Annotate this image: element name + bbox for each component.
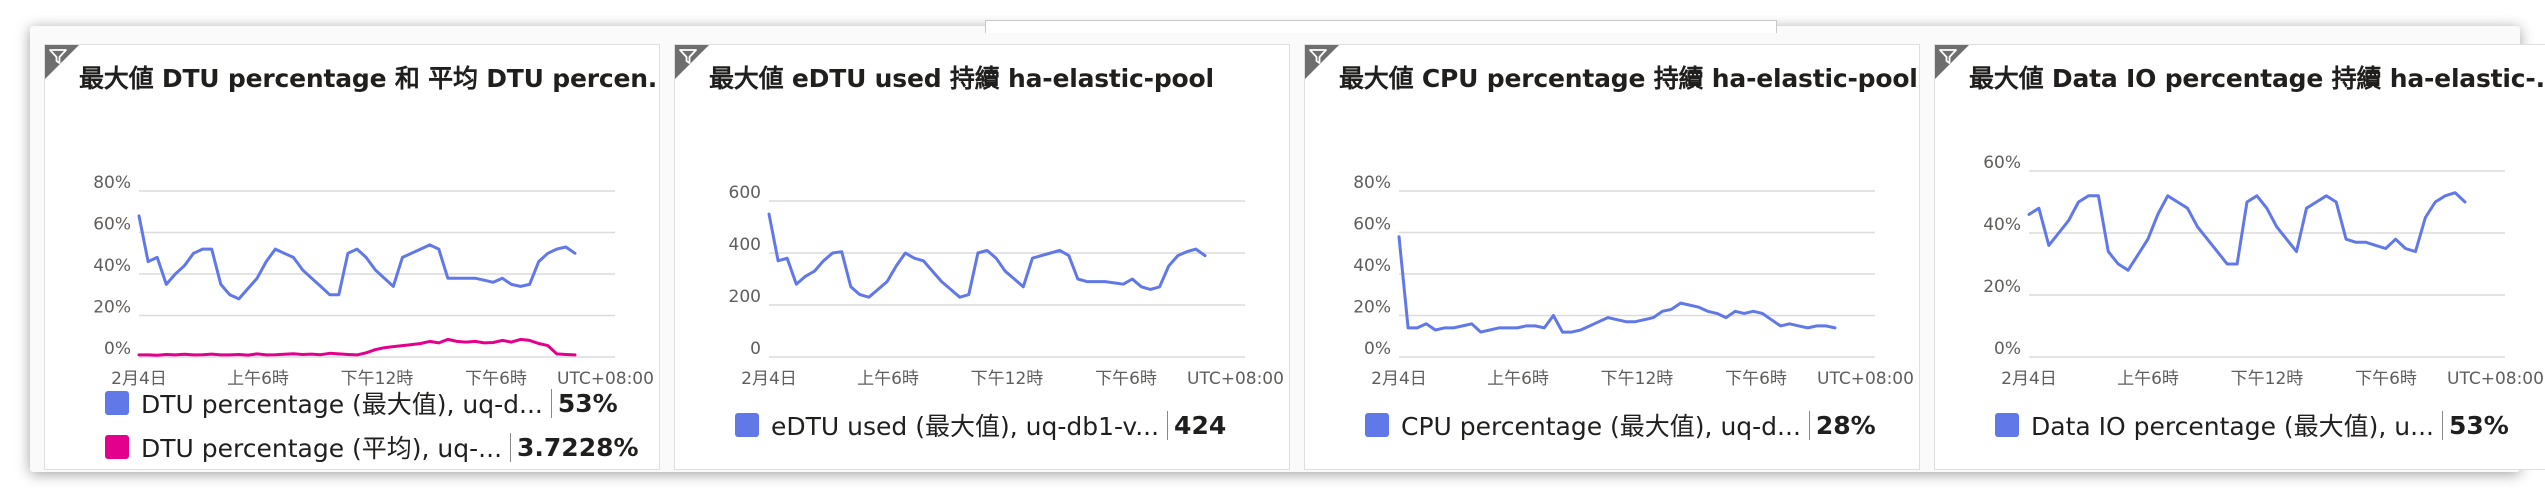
chart-tile-cpu[interactable]: 最大値 CPU percentage 持續 ha-elastic-pool 0%… (1304, 44, 1920, 470)
series-line (2027, 191, 2467, 272)
chart-tile-dtu[interactable]: 最大値 DTU percentage 和 平均 DTU percen... 0%… (44, 44, 660, 470)
y-tick-label: 60% (1353, 215, 1391, 235)
x-tick-label: 下午6時 (1725, 369, 1787, 389)
y-tick-label: 40% (1353, 256, 1391, 276)
x-tick-label: 下午6時 (2355, 369, 2417, 389)
legend-label: eDTU used (最大值), uq-db1-v... (771, 412, 1160, 441)
legend-value: 28% (1808, 410, 1876, 440)
legend-swatch (1995, 413, 2019, 437)
legend-label: DTU percentage (最大值), uq-d... (141, 390, 543, 419)
filter-icon[interactable] (678, 47, 698, 67)
line-chart: 0 200 400 600 2月4日 上午6時 下午12時 下午6時 UTC+08:00 (729, 183, 1284, 389)
legend-value: 53% (2442, 410, 2509, 440)
y-tick-label: 0 (750, 339, 761, 359)
y-tick-label: 0% (104, 339, 131, 359)
y-tick-label: 20% (1983, 277, 2021, 297)
tile-title[interactable]: 最大値 CPU percentage 持續 ha-elastic-pool (1339, 59, 1918, 95)
x-tick-label: 下午6時 (1095, 369, 1157, 389)
y-tick-label: 600 (729, 183, 761, 203)
legend-item[interactable]: DTU percentage (平均), uq-... 3.7228% (105, 429, 639, 465)
filter-icon[interactable] (48, 47, 68, 67)
y-tick-label: 20% (93, 298, 131, 318)
x-tick-label: 上午6時 (857, 369, 919, 389)
filter-icon[interactable] (1938, 47, 1958, 67)
line-chart: 0% 20% 40% 60% 80% 2月4日 上午6時 下午12時 下午6時 UTC+08:00 (1353, 173, 1914, 389)
x-tick-label: UTC+08:00 (2447, 369, 2544, 389)
y-tick-label: 0% (1364, 339, 1391, 359)
legend-item[interactable]: Data IO percentage (最大值), u... 53% (1995, 407, 2509, 443)
series-line (767, 212, 1207, 299)
x-tick-label: UTC+08:00 (1187, 369, 1284, 389)
legend-value: 424 (1167, 410, 1226, 440)
y-tick-label: 20% (1353, 298, 1391, 318)
y-tick-label: 400 (729, 235, 761, 255)
legend-swatch (1365, 413, 1389, 437)
series-line (137, 214, 577, 301)
legend-item[interactable]: DTU percentage (最大值), uq-d... 53% (105, 385, 618, 421)
line-chart: 0%20%40%60%80%2月4日 上午6時 下午12時 下午6時 UTC+08:00 (93, 173, 654, 389)
y-tick-label: 80% (93, 173, 131, 193)
y-tick-label: 40% (1983, 215, 2021, 235)
tile-title[interactable]: 最大値 eDTU used 持續 ha-elastic-pool (709, 59, 1214, 95)
y-tick-label: 60% (1983, 153, 2021, 173)
legend-item[interactable]: eDTU used (最大值), uq-db1-v... 424 (735, 407, 1226, 443)
y-tick-label: 80% (1353, 173, 1391, 193)
legend-swatch (735, 413, 759, 437)
legend-label: CPU percentage (最大值), uq-d... (1401, 412, 1801, 441)
legend-value: 3.7228% (510, 432, 639, 462)
x-tick-label: 下午12時 (971, 369, 1044, 389)
chart-tile-edtu[interactable]: 最大値 eDTU used 持續 ha-elastic-pool 0 200 400… (674, 44, 1290, 470)
filter-icon[interactable] (1308, 47, 1328, 67)
x-tick-label: 上午6時 (1487, 369, 1549, 389)
x-tick-label: 2月4日 (2001, 369, 2057, 389)
series-line (1397, 235, 1837, 334)
legend-swatch (105, 435, 129, 459)
legend-swatch (105, 391, 129, 415)
y-tick-label: 200 (729, 287, 761, 307)
line-chart: 0% 20% 40% 60% 2月4日 上午6時 下午12時 下午6時 UTC+08:00 (1983, 153, 2544, 389)
legend-value: 53% (550, 388, 618, 418)
x-tick-label: 2月4日 (741, 369, 797, 389)
x-tick-label: 下午12時 (2231, 369, 2304, 389)
tile-title[interactable]: 最大値 DTU percentage 和 平均 DTU percen... (79, 59, 659, 95)
x-tick-label: 2月4日 (1371, 369, 1427, 389)
x-tick-label: 上午6時 (2117, 369, 2179, 389)
tab-edge (985, 20, 1777, 33)
chart-tile-data-io[interactable]: 最大値 Data IO percentage 持續 ha-elastic-...… (1934, 44, 2545, 470)
y-tick-label: 40% (93, 256, 131, 276)
legend-item[interactable]: CPU percentage (最大值), uq-d... 28% (1365, 407, 1876, 443)
x-tick-label: UTC+08:00 (1817, 369, 1914, 389)
y-tick-label: 0% (1994, 339, 2021, 359)
x-tick-label: 下午12時 (1601, 369, 1674, 389)
legend-label: Data IO percentage (最大值), u... (2031, 412, 2434, 441)
series-line (137, 337, 577, 357)
y-tick-label: 60% (93, 215, 131, 235)
legend-label: DTU percentage (平均), uq-... (141, 434, 503, 463)
tile-title[interactable]: 最大値 Data IO percentage 持續 ha-elastic-... (1969, 59, 2545, 95)
